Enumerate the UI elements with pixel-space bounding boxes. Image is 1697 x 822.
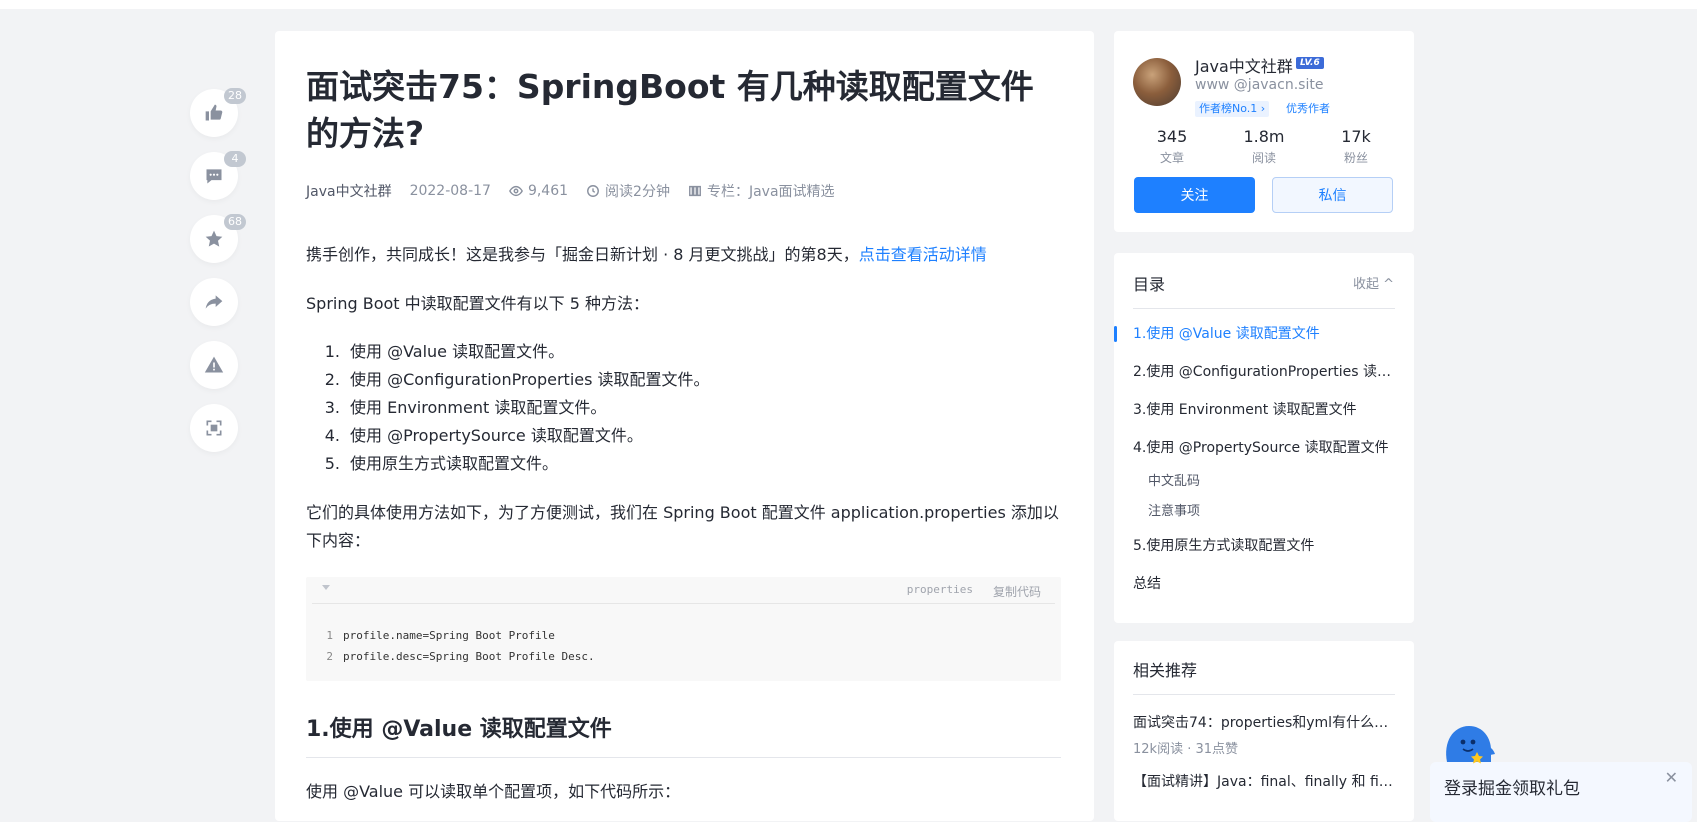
column-icon — [689, 185, 701, 197]
stat-followers[interactable]: 17k 粉丝 — [1310, 125, 1402, 167]
comment-count-badge: 4 — [224, 151, 246, 167]
recommend-card: 相关推荐 面试突击74：properties和yml有什么区别？ 12k阅读 ·… — [1114, 641, 1414, 821]
collect-count-badge: 68 — [224, 214, 246, 230]
recommend-title: 相关推荐 — [1133, 661, 1198, 680]
intro-text: 携手创作，共同成长！这是我参与「掘金日新计划 · 8 月更文挑战」的第8天， — [306, 245, 859, 264]
list-item: 2. 使用 @ConfigurationProperties 读取配置文件。 — [324, 370, 710, 389]
column-label: 专栏：Java面试精选 — [706, 184, 835, 200]
comment-icon — [206, 169, 222, 184]
code-line: 1 profile.name=Spring Boot Profile — [326, 629, 555, 642]
list-item: 5. 使用原生方式读取配置文件。 — [324, 454, 559, 473]
code-line: 2 profile.desc=Spring Boot Profile Desc. — [326, 650, 595, 663]
author-name[interactable]: Java中文社群 — [1195, 53, 1293, 77]
list-item: 3. 使用 Environment 读取配置文件。 — [324, 398, 607, 417]
level-badge: LV.6 — [1296, 57, 1324, 69]
top-bar — [0, 0, 1697, 9]
toc-collapse-button[interactable]: 收起 ^ — [1353, 273, 1394, 292]
author-avatar[interactable] — [1133, 58, 1181, 106]
read-time-value: 阅读2分钟 — [605, 184, 670, 200]
author-site: www @javacn.site — [1195, 77, 1324, 93]
view-count: 9,461 — [509, 183, 568, 199]
article-meta: Java中文社群 2022-08-17 9,461 阅读2分钟 专栏：Java面… — [306, 181, 1061, 201]
methods-intro: Spring Boot 中读取配置文件有以下 5 种方法： — [306, 294, 649, 313]
toc-item[interactable]: 总结 — [1133, 573, 1395, 593]
author-rank-badge[interactable]: 作者榜No.1 › — [1195, 101, 1270, 117]
code-block: properties 复制代码 1 profile.name=Spring Boo… — [306, 577, 1061, 681]
close-icon[interactable]: ✕ — [1665, 768, 1678, 787]
login-promo-popup[interactable]: 登录掘金领取礼包 ✕ — [1430, 762, 1692, 822]
follow-button[interactable]: 关注 — [1134, 177, 1255, 213]
toc-item[interactable]: 1.使用 @Value 读取配置文件 — [1133, 323, 1395, 343]
toc-title: 目录 — [1133, 275, 1166, 294]
like-count-badge: 28 — [224, 88, 246, 104]
list-item: 1. 使用 @Value 读取配置文件。 — [324, 342, 565, 361]
report-button[interactable] — [190, 341, 238, 389]
divider — [1133, 694, 1395, 695]
message-button[interactable]: 私信 — [1272, 177, 1393, 213]
methods-list: 1. 使用 @Value 读取配置文件。 2. 使用 @ConfigurationP… — [306, 338, 1061, 478]
toc-item[interactable]: 5.使用原生方式读取配置文件 — [1133, 535, 1395, 555]
collect-button[interactable]: 68 — [190, 214, 246, 263]
eye-icon — [509, 185, 523, 197]
share-button[interactable] — [190, 278, 238, 326]
article-author-link[interactable]: Java中文社群 — [306, 181, 392, 201]
author-card: Java中文社群 LV.6 www @javacn.site 作者榜No.1 ›… — [1114, 31, 1414, 232]
stat-reads: 1.8m 阅读 — [1243, 127, 1285, 165]
code-block-header: properties 复制代码 — [312, 577, 1055, 604]
recommend-item-stats: 12k阅读 · 31点赞 — [1133, 742, 1239, 757]
share-arrow-icon — [205, 295, 223, 309]
section-paragraph: 使用 @Value 可以读取单个配置项，如下代码所示： — [306, 782, 681, 801]
toc-item[interactable]: 2.使用 @ConfigurationProperties 读取配置文件 — [1133, 361, 1395, 381]
intro-paragraph: 携手创作，共同成长！这是我参与「掘金日新计划 · 8 月更文挑战」的第8天，点击… — [306, 241, 1061, 269]
column-link[interactable]: 专栏：Java面试精选 — [688, 181, 835, 201]
view-count-value: 9,461 — [527, 183, 569, 199]
toc-subitem[interactable]: 注意事项 — [1148, 500, 1410, 519]
star-icon — [205, 230, 223, 247]
copy-code-button[interactable]: 复制代码 — [993, 583, 1041, 600]
usage-paragraph: 它们的具体使用方法如下，为了方便测试，我们在 Spring Boot 配置文件 … — [306, 503, 1059, 550]
like-button[interactable]: 28 — [190, 88, 246, 137]
promo-text: 登录掘金领取礼包 — [1444, 779, 1580, 799]
list-item: 4. 使用 @PropertySource 读取配置文件。 — [324, 426, 643, 445]
mascot-icon — [1446, 726, 1495, 764]
recommend-item[interactable]: 面试突击74：properties和yml有什么区别？ — [1133, 712, 1395, 732]
clock-icon — [587, 185, 599, 197]
toc-item[interactable]: 4.使用 @PropertySource 读取配置文件 — [1133, 437, 1395, 457]
stat-articles[interactable]: 345 文章 — [1126, 125, 1218, 167]
fullscreen-button[interactable] — [190, 404, 238, 452]
toc-active-marker — [1114, 326, 1117, 342]
thumbs-up-icon — [205, 104, 223, 121]
toc-card: 目录 收起 ^ 1.使用 @Value 读取配置文件 2.使用 @Configu… — [1114, 253, 1414, 623]
activity-details-link[interactable]: 点击查看活动详情 — [859, 245, 987, 264]
comment-button[interactable]: 4 — [190, 151, 246, 200]
excellent-author-badge: 优秀作者 — [1286, 102, 1330, 115]
code-lines: 1 profile.name=Spring Boot Profile 2 profi… — [306, 625, 595, 667]
collapse-chevron-icon[interactable] — [322, 585, 330, 590]
warning-icon — [204, 356, 224, 373]
article-container: 面试突击75：SpringBoot 有几种读取配置文件的方法? Java中文社群… — [275, 31, 1094, 821]
publish-date: 2022-08-17 — [409, 183, 491, 199]
toc-subitem[interactable]: 中文乱码 — [1148, 470, 1410, 489]
code-language-label: properties — [906, 583, 973, 596]
author-stats: 345 文章 1.8m 阅读 17k 粉丝 — [1126, 125, 1402, 167]
recommend-item[interactable]: 【面试精讲】Java：final、finally 和 finalize — [1133, 771, 1395, 791]
toc-item[interactable]: 3.使用 Environment 读取配置文件 — [1133, 399, 1395, 419]
fullscreen-icon — [206, 420, 222, 436]
read-time: 阅读2分钟 — [586, 181, 670, 201]
divider — [1133, 308, 1395, 309]
article-title: 面试突击75：SpringBoot 有几种读取配置文件的方法? — [306, 67, 1034, 153]
section-heading: 1.使用 @Value 读取配置文件 — [306, 711, 1061, 758]
